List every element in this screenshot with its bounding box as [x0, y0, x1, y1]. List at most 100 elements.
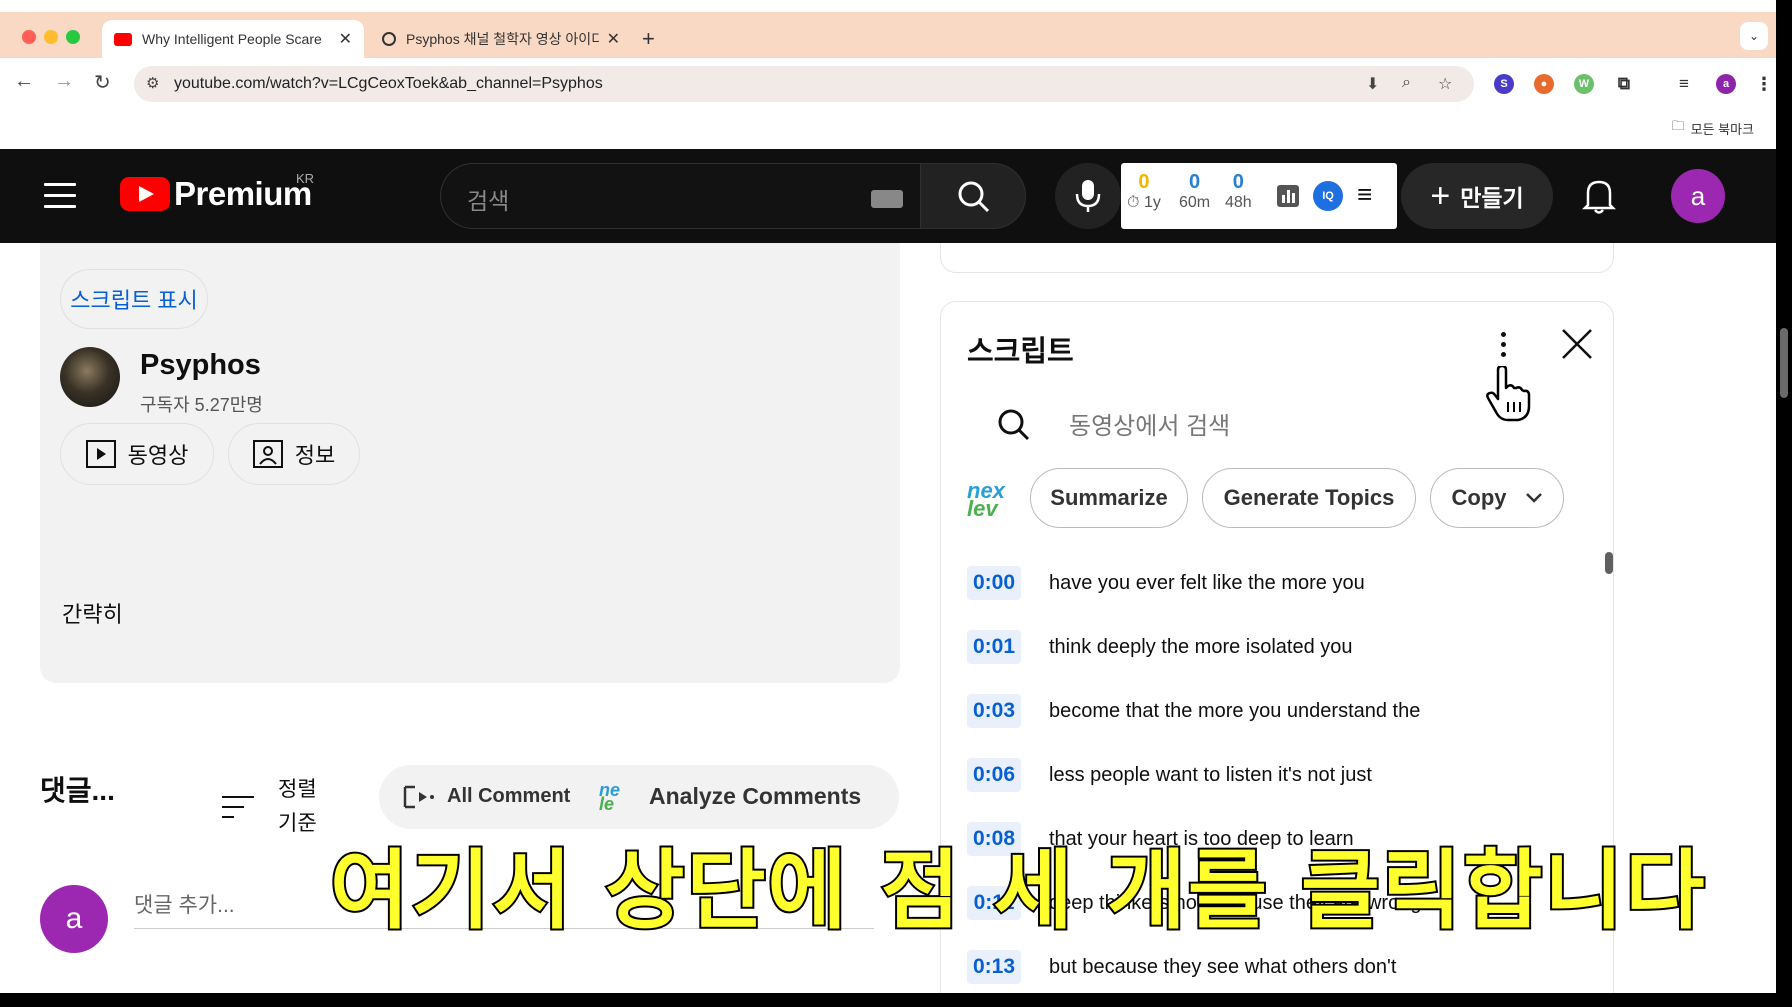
segment-text: think deeply the more isolated you: [1049, 635, 1353, 658]
media-controls-icon[interactable]: ≡: [1674, 74, 1694, 94]
transcript-segment[interactable]: 0:01 think deeply the more isolated you: [967, 630, 1353, 664]
youtube-masthead: Premium KR 검색 0 ⏱ 1y 0 60m 0 48h IQ ≡ + …: [0, 149, 1776, 243]
reload-icon[interactable]: ↻: [94, 70, 111, 95]
more-actions-kebab-icon[interactable]: [1497, 332, 1509, 362]
segment-text: become that the more you understand the: [1049, 699, 1421, 722]
copy-dropdown-button[interactable]: Copy: [1430, 468, 1564, 528]
generate-topics-button[interactable]: Generate Topics: [1202, 468, 1416, 528]
stat-1y: 0 ⏱ 1y: [1127, 171, 1161, 212]
keyboard-icon[interactable]: [871, 190, 903, 208]
account-avatar[interactable]: a: [1671, 169, 1725, 223]
vidiq-menu-icon[interactable]: ≡: [1357, 179, 1372, 210]
transcript-segment[interactable]: 0:00 have you ever felt like the more yo…: [967, 566, 1365, 600]
extensions-puzzle-icon[interactable]: ⧉: [1614, 74, 1634, 94]
description-card: 스크립트 표시 Psyphos 구독자 5.27만명 동영상 정보 간략히: [40, 243, 900, 683]
plus-icon: +: [1430, 176, 1451, 215]
comments-filter-icon[interactable]: [403, 785, 435, 809]
create-label: 만들기: [1460, 185, 1524, 211]
close-window-icon[interactable]: [22, 30, 36, 44]
stat-value: 0: [1232, 171, 1244, 193]
comments-heading: 댓글...: [40, 775, 115, 806]
browser-tab[interactable]: Psyphos 채널 철학자 영상 아이디 ✕: [370, 20, 632, 58]
analyze-comments-button[interactable]: Analyze Comments: [649, 783, 861, 810]
vidiq-stats-panel: 0 ⏱ 1y 0 60m 0 48h IQ ≡: [1121, 163, 1397, 229]
summarize-button[interactable]: Summarize: [1030, 468, 1188, 528]
copy-label: Copy: [1451, 485, 1507, 510]
minimize-window-icon[interactable]: [44, 30, 58, 44]
nexlev-logo-icon: ne le: [599, 780, 621, 814]
show-transcript-button[interactable]: 스크립트 표시: [60, 269, 208, 329]
transcript-search-input[interactable]: 동영상에서 검색: [1069, 406, 1230, 441]
close-icon[interactable]: [1561, 328, 1593, 360]
zoom-icon[interactable]: ⌕: [1402, 74, 1411, 92]
maximize-window-icon[interactable]: [66, 30, 80, 44]
search-placeholder: 검색: [467, 188, 510, 214]
channel-avatar[interactable]: [60, 347, 120, 407]
segment-timestamp[interactable]: 0:06: [967, 758, 1021, 792]
site-settings-icon[interactable]: ⚙: [146, 74, 159, 92]
address-bar[interactable]: ⚙ youtube.com/watch?v=LCgCeoxToek&ab_cha…: [134, 66, 1474, 102]
transcript-scrollbar[interactable]: [1605, 552, 1613, 574]
new-tab-button[interactable]: +: [642, 26, 655, 52]
stat-label: 48h: [1225, 194, 1252, 211]
browser-menu-icon[interactable]: ⋮: [1754, 74, 1774, 94]
browser-tab-bar: Why Intelligent People Scare ✕ Psyphos 채…: [0, 12, 1776, 58]
folder-icon: 🗀: [1671, 118, 1685, 133]
tab-title: Psyphos 채널 철학자 영상 아이디: [406, 31, 599, 47]
vidiq-logo-icon[interactable]: IQ: [1313, 181, 1343, 211]
sort-by-label[interactable]: 정렬 기준: [278, 773, 328, 841]
transcript-segment[interactable]: 0:06 less people want to listen it's not…: [967, 758, 1372, 792]
channel-about-button[interactable]: 정보: [228, 423, 360, 485]
stat-value: 0: [1138, 171, 1150, 193]
segment-timestamp[interactable]: 0:00: [967, 566, 1021, 600]
all-comments-button[interactable]: All Comments: [447, 785, 571, 808]
bar-chart-icon[interactable]: [1277, 185, 1299, 207]
profile-avatar[interactable]: a: [1716, 74, 1736, 94]
extension-w-icon[interactable]: W: [1574, 74, 1594, 94]
subscriber-count: 구독자 5.27만명: [140, 395, 263, 415]
segment-timestamp[interactable]: 0:13: [967, 950, 1021, 984]
microphone-icon: [1075, 180, 1101, 212]
clock-icon: ⏱: [1127, 194, 1140, 211]
close-tab-icon[interactable]: ✕: [607, 29, 620, 49]
search-button[interactable]: [920, 163, 1026, 229]
extension-orange-icon[interactable]: ●: [1534, 74, 1554, 94]
voice-search-button[interactable]: [1055, 163, 1121, 229]
collapse-description-button[interactable]: 간략히: [62, 597, 123, 629]
browser-tab-active[interactable]: Why Intelligent People Scare ✕: [102, 20, 364, 58]
install-app-icon[interactable]: ⬇: [1366, 74, 1379, 94]
bookmark-bar: 🗀 모든 북마크: [0, 109, 1776, 149]
segment-text: have you ever felt like the more you: [1049, 571, 1365, 594]
notifications-bell-icon[interactable]: [1582, 177, 1616, 215]
page-scrollbar[interactable]: [1780, 328, 1788, 398]
videos-label: 동영상: [127, 443, 189, 468]
screen: Why Intelligent People Scare ✕ Psyphos 채…: [0, 0, 1776, 993]
channel-videos-button[interactable]: 동영상: [60, 423, 214, 485]
extension-s-icon[interactable]: S: [1494, 74, 1514, 94]
search-input[interactable]: 검색: [440, 163, 920, 229]
create-button[interactable]: + 만들기: [1401, 163, 1553, 229]
previous-panel-card: [940, 243, 1614, 273]
youtube-logo-icon[interactable]: [120, 177, 170, 211]
all-bookmarks-button[interactable]: 🗀 모든 북마크: [1672, 117, 1754, 139]
segment-text: less people want to listen it's not just: [1049, 763, 1372, 786]
stat-value: 0: [1189, 171, 1201, 193]
bookmark-star-icon[interactable]: ☆: [1438, 74, 1452, 94]
hand-pointer-cursor-icon: [1486, 366, 1531, 422]
close-tab-icon[interactable]: ✕: [339, 29, 352, 49]
address-url[interactable]: youtube.com/watch?v=LCgCeoxToek&ab_chann…: [174, 75, 603, 93]
transcript-segment[interactable]: 0:13 but because they see what others do…: [967, 950, 1396, 984]
guide-menu-icon[interactable]: [44, 183, 76, 216]
youtube-premium-wordmark[interactable]: Premium: [174, 175, 312, 213]
transcript-segment[interactable]: 0:03 become that the more you understand…: [967, 694, 1420, 728]
search-icon[interactable]: [997, 408, 1031, 442]
segment-timestamp[interactable]: 0:03: [967, 694, 1021, 728]
channel-name[interactable]: Psyphos: [140, 349, 261, 382]
overlay-caption: 여기서 상단에 점 세 개를 클릭합니다: [328, 839, 1707, 943]
back-arrow-icon[interactable]: ←: [14, 70, 34, 93]
segment-timestamp[interactable]: 0:01: [967, 630, 1021, 664]
sort-icon[interactable]: [222, 795, 254, 819]
tab-search-dropdown-icon[interactable]: ⌄: [1740, 22, 1768, 50]
forward-arrow-icon[interactable]: →: [54, 70, 74, 93]
commenter-avatar: a: [40, 885, 108, 953]
